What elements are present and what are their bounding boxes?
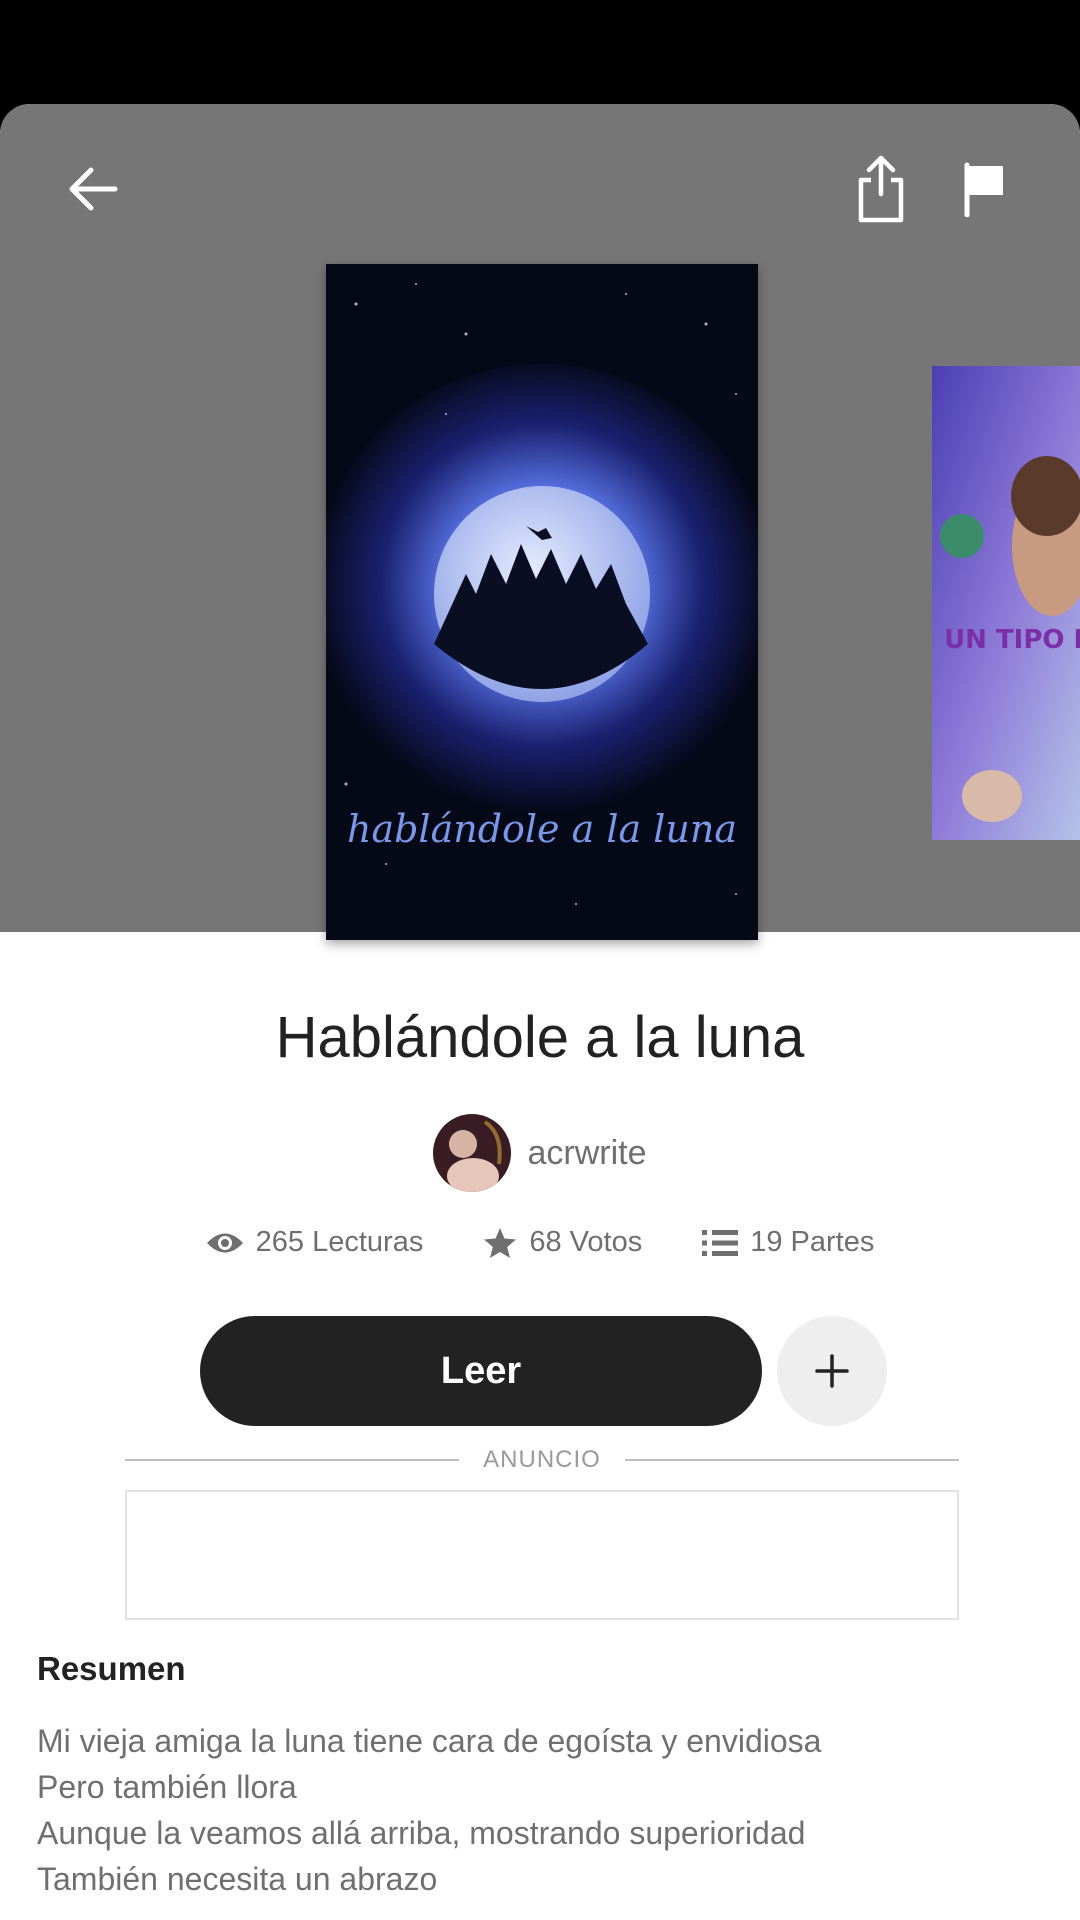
summary-line: También necesita un abrazo — [37, 1861, 438, 1897]
author-name[interactable]: acrwrite — [527, 1134, 646, 1173]
ad-divider-line-right — [624, 1459, 960, 1461]
summary-line: Pero también llora — [37, 1769, 297, 1805]
add-to-library-button[interactable] — [777, 1316, 887, 1426]
votes-count: 68 Votos — [529, 1226, 643, 1258]
reads-count: 265 Lecturas — [255, 1226, 424, 1258]
next-story-cover[interactable]: UN TIPO DE HUM — [932, 366, 1080, 840]
votes-stat: 68 Votos — [483, 1226, 642, 1259]
story-cover[interactable]: hablándole a la luna — [326, 264, 758, 940]
ad-label: ANUNCIO — [483, 1446, 601, 1473]
ad-slot[interactable] — [125, 1490, 959, 1620]
cover-artwork: hablándole a la luna — [326, 264, 758, 940]
summary-line: Aunque la veamos allá arriba, mostrando … — [37, 1815, 806, 1851]
reads-stat: 265 Lecturas — [206, 1226, 424, 1259]
next-cover-title-text: UN TIPO DE HUM — [944, 625, 1080, 655]
story-details-sheet: hablándole a la luna UN TIPO DE HUM — [0, 104, 1080, 1920]
ad-divider: ANUNCIO — [125, 1446, 960, 1474]
share-button[interactable] — [836, 144, 926, 234]
summary-text: Mi vieja amiga la luna tiene cara de ego… — [37, 1718, 1037, 1902]
cover-title-text: hablándole a la luna — [347, 807, 737, 851]
summary-line: Mi vieja amiga la luna tiene cara de ego… — [37, 1723, 822, 1759]
plus-icon — [815, 1354, 849, 1388]
read-button[interactable]: Leer — [200, 1316, 762, 1426]
report-button[interactable] — [940, 144, 1030, 234]
star-icon — [484, 1227, 517, 1258]
story-title: Hablándole a la luna — [275, 1005, 805, 1070]
parts-stat: 19 Partes — [702, 1226, 874, 1259]
list-icon — [702, 1229, 739, 1256]
summary-heading: Resumen — [37, 1650, 186, 1687]
story-stats: 265 Lecturas 68 Votos 19 Partes — [0, 1226, 1080, 1259]
eye-icon — [206, 1233, 243, 1252]
share-icon — [858, 155, 904, 223]
ad-divider-line-left — [125, 1459, 460, 1461]
author-avatar[interactable] — [433, 1114, 512, 1192]
flag-icon — [964, 162, 1003, 217]
next-cover-artwork: UN TIPO DE HUM — [932, 366, 1080, 840]
arrow-left-icon — [69, 167, 118, 211]
parts-count: 19 Partes — [750, 1226, 875, 1258]
author-row[interactable]: acrwrite — [0, 1114, 1080, 1192]
cover-header: hablándole a la luna UN TIPO DE HUM — [0, 104, 1080, 940]
back-button[interactable] — [48, 144, 138, 234]
status-bar — [0, 0, 1080, 104]
